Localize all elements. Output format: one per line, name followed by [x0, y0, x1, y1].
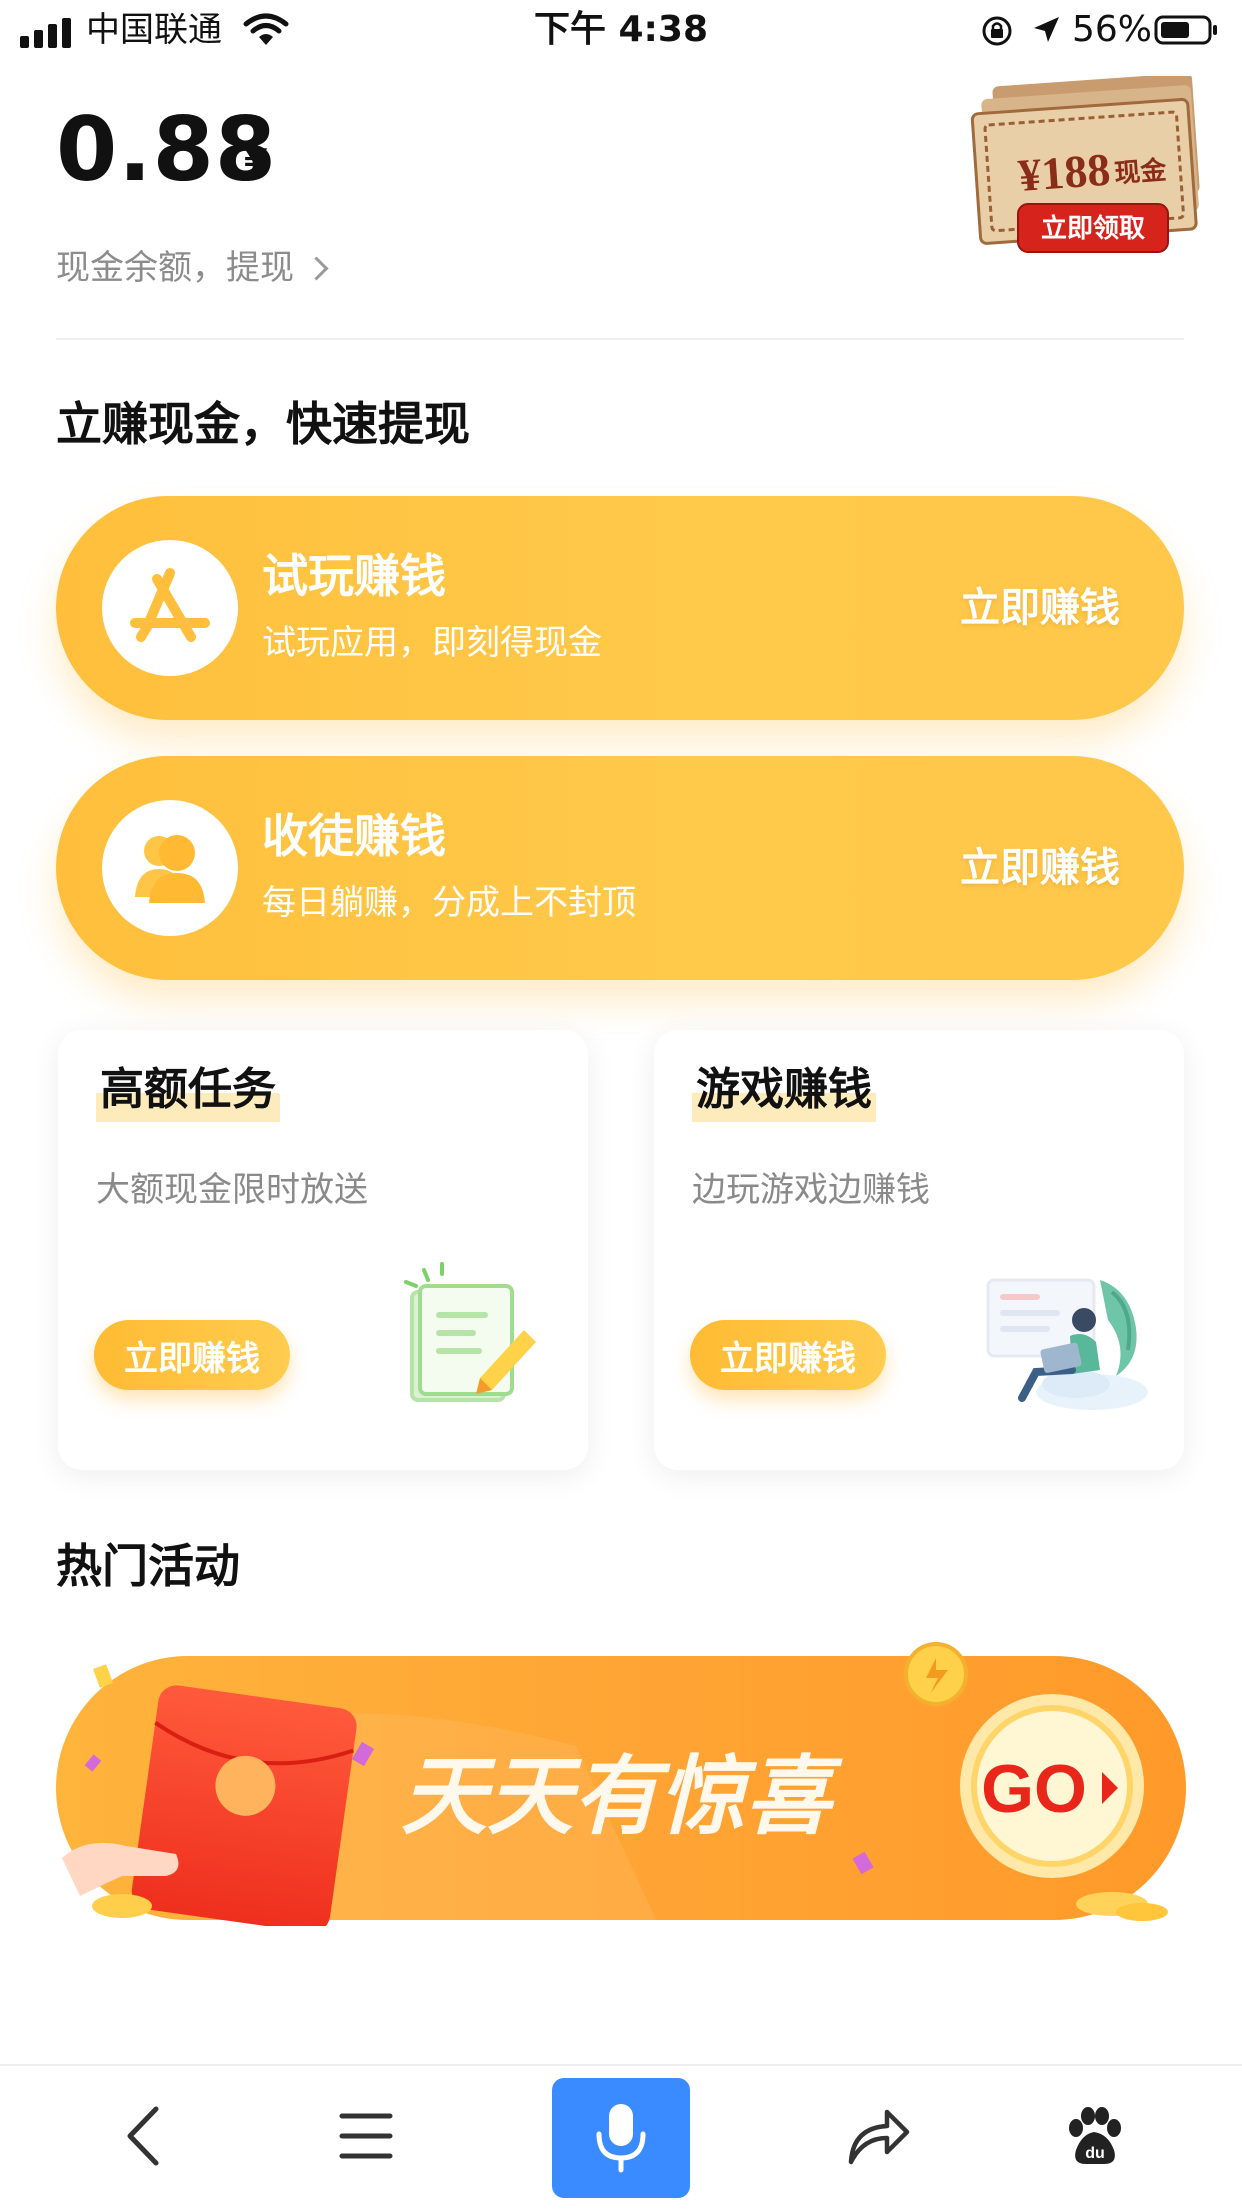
withdraw-link[interactable]: 现金余额，提现	[56, 244, 329, 292]
invite-earn-card[interactable]: 收徒赚钱 每日躺赚，分成上不封顶 立即赚钱	[56, 756, 1184, 980]
svg-text:du: du	[1085, 2145, 1105, 2162]
back-icon[interactable]	[74, 2066, 214, 2206]
person-laptop-illustration	[986, 1278, 1148, 1410]
share-icon[interactable]	[808, 2066, 948, 2206]
ticket-amount-suffix: 现金	[1113, 155, 1168, 190]
card-subtitle: 每日躺赚，分成上不封顶	[262, 883, 636, 923]
earn-now-button[interactable]: 立即赚钱	[960, 580, 1120, 636]
earn-section-title: 立赚现金，快速提现	[56, 397, 470, 451]
card-title: 试玩赚钱	[262, 549, 446, 603]
person-icon	[102, 800, 238, 936]
card-subtitle: 试玩应用，即刻得现金	[262, 623, 602, 663]
bottom-navigation: du	[0, 2064, 1242, 2210]
high-value-task-card[interactable]: 高额任务 大额现金限时放送 立即赚钱	[58, 1030, 588, 1470]
banner-text: 天天有惊喜	[401, 1747, 843, 1847]
menu-icon[interactable]	[296, 2066, 436, 2206]
ticket-amount: ¥188	[1017, 144, 1112, 201]
go-button-label: GO	[981, 1751, 1087, 1827]
game-earn-card[interactable]: 游戏赚钱 边玩游戏边赚钱 立即赚钱	[654, 1030, 1184, 1470]
hot-section-title: 热门活动	[56, 1539, 240, 1593]
cash-ticket-promo[interactable]: ¥188 现金 立即领取	[968, 76, 1212, 260]
earn-now-button[interactable]: 立即赚钱	[690, 1320, 886, 1390]
card-title: 收徒赚钱	[262, 809, 446, 863]
task-card-title: 游戏赚钱	[692, 1058, 876, 1122]
earn-now-button[interactable]: 立即赚钱	[94, 1320, 290, 1390]
microphone-icon	[596, 2104, 646, 2173]
microphone-button[interactable]	[552, 2078, 690, 2198]
ticket-claim-button: 立即领取	[1041, 213, 1145, 244]
currency-symbol: ¥	[244, 142, 268, 182]
document-pencil-illustration	[404, 1262, 536, 1402]
daily-surprise-banner[interactable]: 天天有惊喜 GO	[56, 1636, 1186, 1926]
task-card-title: 高额任务	[96, 1058, 280, 1122]
location-arrow-icon	[1034, 17, 1059, 42]
task-card-subtitle: 大额现金限时放送	[96, 1170, 368, 1210]
header-divider	[56, 338, 1184, 340]
status-bar: 中国联通 下午 4:38 56%	[0, 0, 1242, 64]
earn-now-button[interactable]: 立即赚钱	[960, 840, 1120, 896]
withdraw-link-label: 现金余额，提现	[56, 248, 294, 288]
task-card-subtitle: 边玩游戏边赚钱	[692, 1170, 930, 1210]
app-store-icon	[102, 540, 238, 676]
battery-percent: 56%	[1072, 9, 1153, 50]
baidu-paw-icon[interactable]: du	[1024, 2066, 1164, 2206]
trial-app-earn-card[interactable]: 试玩赚钱 试玩应用，即刻得现金 立即赚钱	[56, 496, 1184, 720]
chevron-right-icon	[304, 255, 329, 281]
rotation-lock-icon	[982, 16, 1012, 46]
battery-icon	[1154, 15, 1217, 45]
